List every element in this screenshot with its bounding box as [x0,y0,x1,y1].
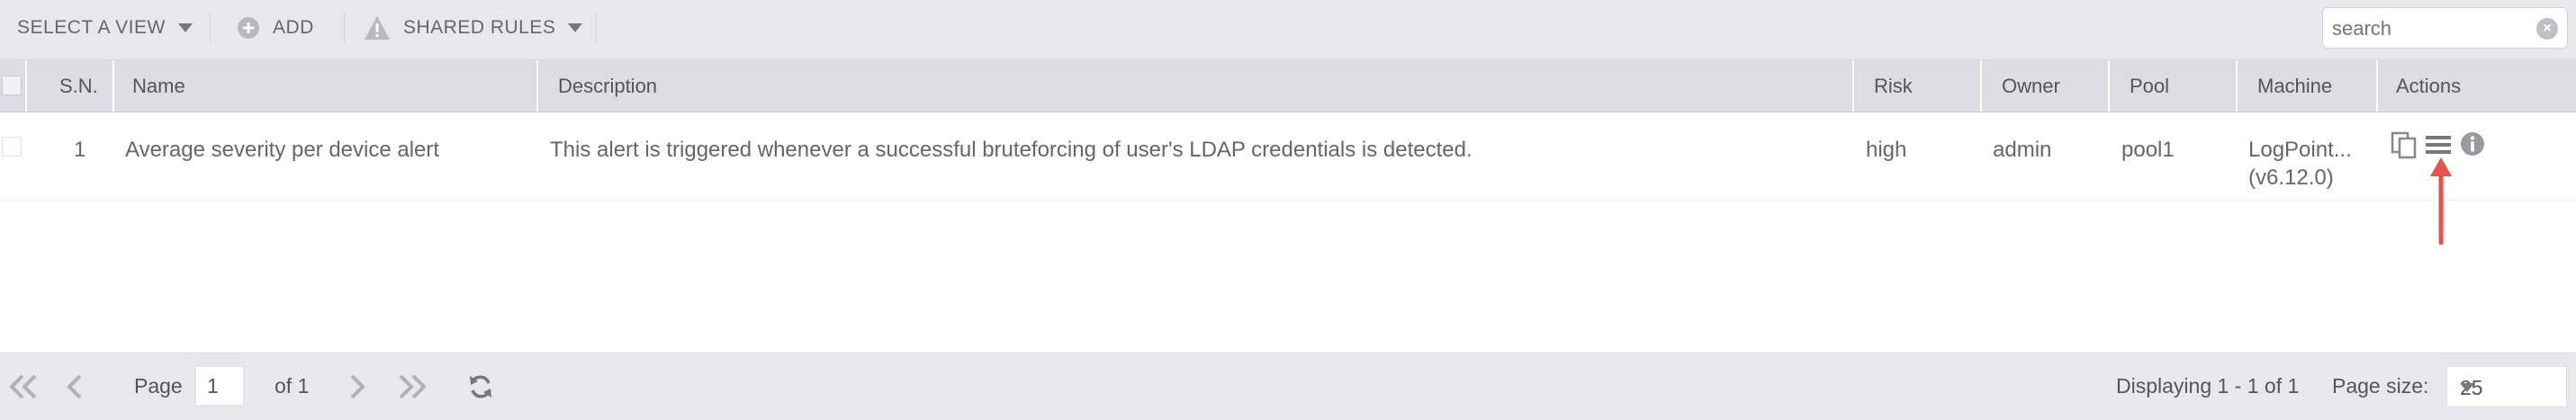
copy-icon[interactable] [2390,130,2418,159]
warning-icon [365,16,390,40]
column-header-machine[interactable]: Machine [2238,60,2378,112]
toolbar-divider [210,13,211,43]
caret-down-icon [568,23,583,32]
annotation-arrow-icon [2430,157,2452,246]
column-header-risk[interactable]: Risk [1854,60,1982,112]
shared-rules-dropdown[interactable]: SHARED RULES [364,0,583,56]
toolbar: SELECT A VIEW ADD SHARED RULES × [0,0,2576,60]
page-count-label: of 1 [275,374,310,398]
select-view-dropdown[interactable]: SELECT A VIEW [17,0,193,56]
add-label: ADD [273,17,314,38]
page-number-input[interactable] [195,366,244,406]
plus-circle-icon [238,17,259,39]
cell-description: This alert is triggered whenever a succe… [550,138,1473,162]
caret-down-icon [2460,383,2474,392]
cell-machine: LogPoint... (v6.12.0) [2248,136,2352,192]
page-size-select[interactable]: 25 [2446,366,2567,407]
shared-rules-label: SHARED RULES [403,17,556,38]
column-header-actions: Actions [2396,74,2462,97]
column-header-owner[interactable]: Owner [1982,60,2110,112]
machine-version: (v6.12.0) [2248,165,2334,190]
header-select-all-cell [0,60,27,112]
row-checkbox[interactable] [2,137,22,156]
cell-name: Average severity per device alert [125,138,440,162]
search-box: × [2322,7,2568,49]
info-icon[interactable] [2460,131,2485,156]
previous-page-icon[interactable] [65,373,85,400]
column-header-sn[interactable]: S.N. [27,60,114,112]
clear-search-icon[interactable]: × [2536,18,2558,40]
last-page-icon[interactable] [396,373,428,400]
caret-down-icon [177,23,193,32]
displaying-count: Displaying 1 - 1 of 1 [2116,374,2300,398]
first-page-icon[interactable] [7,373,40,400]
cell-risk: high [1866,138,1907,162]
cell-owner: admin [1993,138,2052,162]
table-row[interactable]: 1 Average severity per device alert This… [0,112,2576,201]
next-page-icon[interactable] [347,373,367,400]
toolbar-divider [596,13,597,43]
toolbar-divider [344,13,345,43]
add-button[interactable]: ADD [237,0,314,56]
select-all-checkbox[interactable] [2,76,22,95]
machine-name: LogPoint... [2248,138,2352,162]
search-input[interactable] [2330,12,2532,46]
page-label: Page [134,374,183,398]
column-header-description[interactable]: Description [538,60,1854,112]
refresh-icon[interactable] [467,373,494,400]
table-header: S.N. Name Description Risk Owner Pool Ma… [0,60,2576,112]
menu-icon[interactable] [2425,131,2452,158]
cell-sn: 1 [74,138,86,162]
column-header-pool[interactable]: Pool [2110,60,2238,112]
column-header-name[interactable]: Name [114,60,538,112]
select-view-label: SELECT A VIEW [17,17,166,38]
pagination-bar: Page of 1 Displaying 1 - 1 of 1 Page siz… [0,353,2576,420]
page-size-label: Page size: [2332,374,2429,398]
cell-pool: pool1 [2121,138,2175,162]
